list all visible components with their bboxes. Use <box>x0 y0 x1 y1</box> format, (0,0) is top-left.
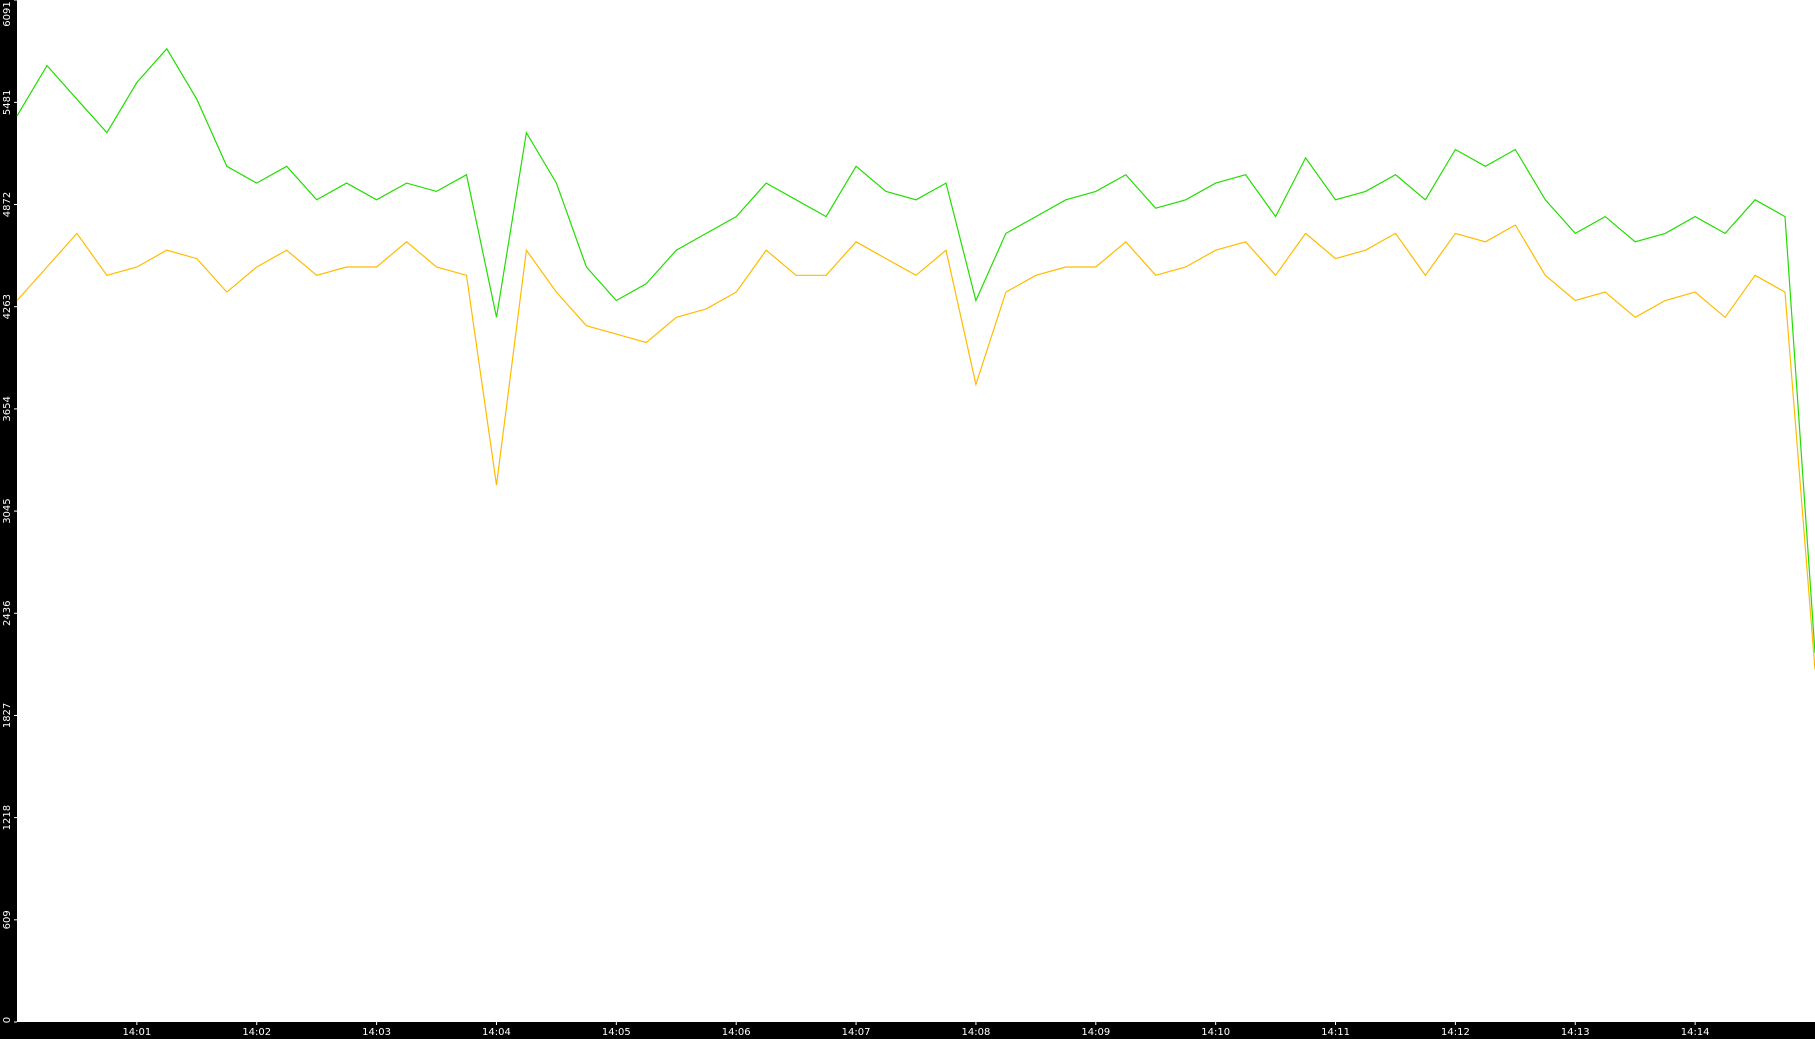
x-tick-label: 14:07 <box>842 1027 871 1038</box>
y-tick-label: 0 <box>2 1017 13 1023</box>
x-tick-label: 14:09 <box>1081 1027 1110 1038</box>
chart-svg: 0 609 1218 1827 2436 3045 3654 4263 4872 5481 6091… <box>2 0 1815 1038</box>
y-tick-label: 1218 <box>2 805 13 830</box>
x-tick-label: 14:12 <box>1441 1027 1470 1038</box>
x-axis-ticks: 14:01 14:02 14:03 14:04 14:05 14:06 14:07 14:08… <box>122 1022 1710 1038</box>
y-tick-label: 4872 <box>2 192 13 217</box>
x-tick-label: 14:14 <box>1681 1027 1710 1038</box>
y-tick-label: 3045 <box>2 498 13 523</box>
y-tick-label: 4263 <box>2 294 13 319</box>
x-tick-label: 14:13 <box>1561 1027 1590 1038</box>
x-tick-label: 14:03 <box>362 1027 391 1038</box>
x-tick-label: 14:05 <box>602 1027 631 1038</box>
plot-background <box>17 0 1815 1022</box>
x-tick-label: 14:08 <box>962 1027 991 1038</box>
y-tick-label: 3654 <box>2 396 13 421</box>
y-tick-label: 6091 <box>2 1 13 26</box>
x-tick-label: 14:06 <box>722 1027 751 1038</box>
y-tick-label: 1827 <box>2 703 13 728</box>
y-tick-label: 609 <box>2 910 13 929</box>
x-tick-label: 14:04 <box>482 1027 511 1038</box>
y-tick-label: 5481 <box>2 90 13 115</box>
x-tick-label: 14:01 <box>122 1027 151 1038</box>
x-tick-label: 14:11 <box>1321 1027 1350 1038</box>
y-axis-ticks: 0 609 1218 1827 2436 3045 3654 4263 4872 5481 6091 <box>2 0 17 1023</box>
y-tick-label: 2436 <box>2 601 13 626</box>
timeseries-chart: 0 609 1218 1827 2436 3045 3654 4263 4872 5481 6091… <box>0 0 1815 1039</box>
x-tick-label: 14:10 <box>1201 1027 1230 1038</box>
x-tick-label: 14:02 <box>242 1027 271 1038</box>
